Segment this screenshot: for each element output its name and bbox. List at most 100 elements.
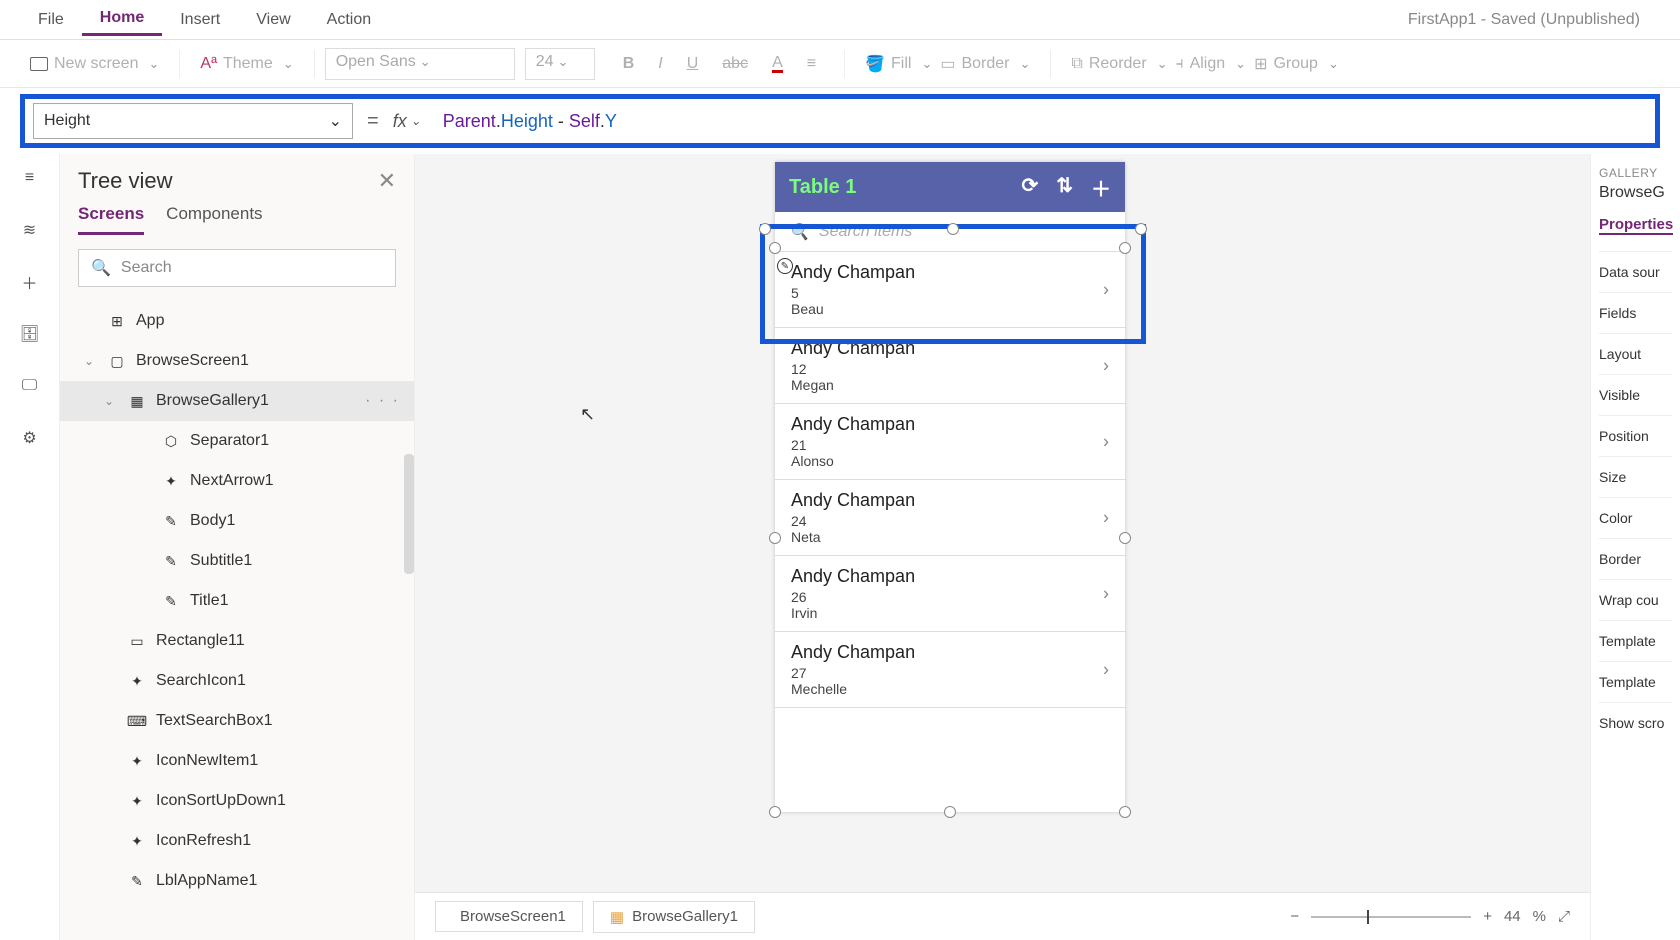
tree-item[interactable]: ▭Rectangle11 xyxy=(60,621,414,661)
tree-item-label: App xyxy=(136,312,164,330)
theme-button[interactable]: Aª Theme xyxy=(200,55,293,73)
chevron-right-icon[interactable]: › xyxy=(1103,355,1109,376)
scrollbar-thumb[interactable] xyxy=(404,454,414,574)
menu-insert[interactable]: Insert xyxy=(162,5,238,35)
chevron-right-icon[interactable]: › xyxy=(1103,583,1109,604)
selection-handle[interactable] xyxy=(769,532,781,544)
hamburger-icon[interactable]: ≡ xyxy=(18,166,42,190)
selection-handle[interactable] xyxy=(1119,806,1131,818)
tab-screens[interactable]: Screens xyxy=(78,204,144,235)
gallery-item[interactable]: Andy Champan24Neta› xyxy=(775,480,1125,556)
property-row[interactable]: Template xyxy=(1599,661,1672,702)
underline-button[interactable]: U xyxy=(679,55,707,73)
gallery-item[interactable]: Andy Champan21Alonso› xyxy=(775,404,1125,480)
edit-template-icon[interactable]: ✎ xyxy=(777,258,793,274)
refresh-icon[interactable]: ⟳ xyxy=(1021,173,1038,202)
chevron-icon[interactable]: ⌄ xyxy=(84,354,98,368)
zoom-out-button[interactable]: − xyxy=(1290,908,1299,925)
property-row[interactable]: Wrap cou xyxy=(1599,579,1672,620)
add-icon[interactable]: ＋ xyxy=(1091,173,1111,202)
gallery-item[interactable]: Andy Champan26Irvin› xyxy=(775,556,1125,632)
sort-icon[interactable]: ⇅ xyxy=(1056,173,1073,202)
selection-handle[interactable] xyxy=(769,242,781,254)
menu-view[interactable]: View xyxy=(238,5,308,35)
border-button[interactable]: ▭ Border xyxy=(940,54,1030,74)
tree-item[interactable]: ✦IconSortUpDown1 xyxy=(60,781,414,821)
tree-item[interactable]: ✦IconNewItem1 xyxy=(60,741,414,781)
property-row[interactable]: Fields xyxy=(1599,292,1672,333)
font-color-button[interactable]: A xyxy=(764,54,791,73)
more-icon[interactable]: · · · xyxy=(365,392,400,410)
advanced-icon[interactable]: ⚙ xyxy=(18,426,42,450)
align-menu-button[interactable]: ≡ xyxy=(799,55,824,73)
tree-item[interactable]: ⬡Separator1 xyxy=(60,421,414,461)
bold-button[interactable]: B xyxy=(615,55,643,73)
breadcrumb-screen[interactable]: BrowseScreen1 xyxy=(435,901,583,932)
strike-button[interactable]: abc xyxy=(714,55,756,73)
phone-search[interactable]: 🔍 Search items xyxy=(775,212,1125,252)
tree-item[interactable]: ⊞App xyxy=(60,301,414,341)
property-select[interactable]: Height ⌄ xyxy=(33,103,353,139)
property-row[interactable]: Position xyxy=(1599,415,1672,456)
tree-item[interactable]: ✦SearchIcon1 xyxy=(60,661,414,701)
new-screen-button[interactable]: New screen xyxy=(30,55,159,73)
italic-button[interactable]: I xyxy=(650,55,670,73)
tab-components[interactable]: Components xyxy=(166,204,262,235)
chevron-right-icon[interactable]: › xyxy=(1103,659,1109,680)
tree-item[interactable]: ✎Body1 xyxy=(60,501,414,541)
selection-handle[interactable] xyxy=(1119,242,1131,254)
property-row[interactable]: Color xyxy=(1599,497,1672,538)
group-button[interactable]: ⊞ Group xyxy=(1254,54,1339,74)
tree-item[interactable]: ✦IconRefresh1 xyxy=(60,821,414,861)
property-row[interactable]: Show scro xyxy=(1599,702,1672,743)
menu-home[interactable]: Home xyxy=(82,3,162,36)
tree-item[interactable]: ✎Subtitle1 xyxy=(60,541,414,581)
tree-item[interactable]: ✎LblAppName1 xyxy=(60,861,414,901)
chevron-right-icon[interactable]: › xyxy=(1103,507,1109,528)
menu-file[interactable]: File xyxy=(20,5,82,35)
chevron-right-icon[interactable]: › xyxy=(1103,279,1109,300)
zoom-slider[interactable] xyxy=(1311,916,1471,918)
selection-handle[interactable] xyxy=(1135,223,1147,235)
media-icon[interactable]: 🖵 xyxy=(18,374,42,398)
breadcrumb-gallery[interactable]: ▦ BrowseGallery1 xyxy=(593,901,755,933)
data-icon[interactable]: 🗄 xyxy=(18,322,42,346)
property-row[interactable]: Template xyxy=(1599,620,1672,661)
canvas[interactable]: Table 1 ⟳ ⇅ ＋ 🔍 Search items ✎Andy Champ… xyxy=(415,154,1590,940)
align-button[interactable]: ⫞ Align xyxy=(1176,55,1247,73)
tree-item[interactable]: ✎Title1 xyxy=(60,581,414,621)
selection-handle[interactable] xyxy=(1119,532,1131,544)
menu-action[interactable]: Action xyxy=(309,5,389,35)
tree-item[interactable]: ⌄▦BrowseGallery1· · · xyxy=(60,381,414,421)
tree-search-input[interactable]: 🔍 Search xyxy=(78,249,396,287)
properties-tab[interactable]: Properties xyxy=(1599,216,1673,235)
reorder-button[interactable]: ⧉ Reorder xyxy=(1071,55,1167,73)
selection-handle[interactable] xyxy=(944,806,956,818)
gallery-item[interactable]: Andy Champan27Mechelle› xyxy=(775,632,1125,708)
gallery[interactable]: ✎Andy Champan5Beau›Andy Champan12Megan›A… xyxy=(775,252,1125,708)
selection-handle[interactable] xyxy=(769,806,781,818)
fx-button[interactable]: fx ⌄ xyxy=(393,111,421,132)
font-size-select[interactable]: 24 xyxy=(525,48,595,80)
tree-item[interactable]: ✦NextArrow1 xyxy=(60,461,414,501)
fit-screen-icon[interactable]: ⤢ xyxy=(1558,908,1570,925)
gallery-item[interactable]: Andy Champan12Megan› xyxy=(775,328,1125,404)
gallery-item[interactable]: ✎Andy Champan5Beau› xyxy=(775,252,1125,328)
selection-handle[interactable] xyxy=(759,223,771,235)
chevron-icon[interactable]: ⌄ xyxy=(104,394,118,408)
fill-button[interactable]: 🪣 Fill xyxy=(865,54,932,74)
property-row[interactable]: Data sour xyxy=(1599,251,1672,292)
insert-icon[interactable]: ＋ xyxy=(18,270,42,294)
property-row[interactable]: Border xyxy=(1599,538,1672,579)
font-select[interactable]: Open Sans xyxy=(325,48,515,80)
formula-input[interactable]: Parent.Height - Self.Y xyxy=(435,107,1647,136)
chevron-right-icon[interactable]: › xyxy=(1103,431,1109,452)
tree-item[interactable]: ⌄▢BrowseScreen1 xyxy=(60,341,414,381)
tree-view-icon[interactable]: ≋ xyxy=(18,218,42,242)
close-icon[interactable]: ✕ xyxy=(378,168,396,194)
tree-item[interactable]: ⌨TextSearchBox1 xyxy=(60,701,414,741)
property-row[interactable]: Layout xyxy=(1599,333,1672,374)
property-row[interactable]: Visible xyxy=(1599,374,1672,415)
property-row[interactable]: Size xyxy=(1599,456,1672,497)
zoom-in-button[interactable]: + xyxy=(1483,908,1492,925)
